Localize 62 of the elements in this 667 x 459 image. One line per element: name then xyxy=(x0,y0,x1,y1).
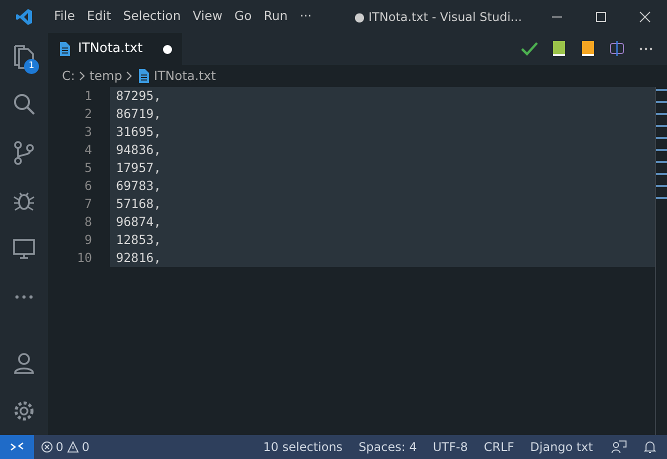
menu-item[interactable]: Run xyxy=(258,7,294,26)
error-count[interactable]: 0 xyxy=(56,438,64,456)
menu-item[interactable]: Go xyxy=(228,7,258,26)
selection-marker xyxy=(656,89,667,91)
line-number: 1 xyxy=(83,87,93,105)
menu-item[interactable]: File xyxy=(48,7,81,26)
status-item[interactable]: Spaces: 4 xyxy=(350,438,425,456)
line-number: 8 xyxy=(83,213,93,231)
file-icon xyxy=(136,68,151,84)
menu-item[interactable]: Selection xyxy=(117,7,187,26)
account-icon[interactable] xyxy=(11,350,37,376)
modified-dot xyxy=(162,44,172,54)
line-number: 2 xyxy=(83,105,93,123)
window-title: ● ITNota.txt - Visual Studi... xyxy=(354,8,522,26)
selection-marker xyxy=(656,173,667,175)
status-item[interactable]: 10 selections xyxy=(255,438,351,456)
menu-item[interactable]: View xyxy=(186,7,228,26)
selection-marker xyxy=(656,125,667,127)
line-number: 3 xyxy=(83,123,93,141)
breadcrumb-item[interactable]: ITNota.txt xyxy=(154,66,216,86)
remote-button[interactable] xyxy=(0,435,34,459)
line-number: 7 xyxy=(83,195,93,213)
line-number: 10 xyxy=(76,249,93,267)
selection-marker xyxy=(656,185,667,187)
notification-badge: 1 xyxy=(24,59,39,74)
selection-marker xyxy=(656,197,667,199)
file-icon xyxy=(58,41,72,57)
status-item[interactable]: Django txt xyxy=(522,438,601,456)
app-logo-icon xyxy=(14,6,34,26)
breadcrumb-item[interactable]: C: xyxy=(62,66,75,86)
chevron-icon xyxy=(78,70,86,82)
editor-tab[interactable]: ITNota.txt xyxy=(48,33,182,65)
selection-marker xyxy=(656,101,667,103)
check-icon[interactable] xyxy=(520,40,538,58)
remote-icon xyxy=(10,441,24,453)
menu-item[interactable]: Edit xyxy=(80,7,118,26)
close-icon xyxy=(637,8,653,24)
error-icon xyxy=(40,441,52,453)
menu-item[interactable]: ··· xyxy=(294,7,318,26)
book-icon[interactable] xyxy=(551,40,567,58)
breadcrumb-item[interactable]: temp xyxy=(89,66,122,86)
files-icon[interactable] xyxy=(11,44,37,70)
monitor-icon[interactable] xyxy=(11,236,37,262)
warning-count[interactable]: 0 xyxy=(82,438,90,456)
minimize-icon xyxy=(552,16,562,18)
warning-icon xyxy=(66,441,79,453)
line-number: 9 xyxy=(83,231,93,249)
selection-marker xyxy=(656,149,667,151)
selection-marker xyxy=(656,161,667,163)
line-number: 5 xyxy=(83,159,93,177)
book-icon[interactable] xyxy=(580,40,596,58)
line-number: 4 xyxy=(83,141,93,159)
feedback-icon[interactable] xyxy=(611,440,627,454)
chevron-icon xyxy=(125,70,134,82)
selection-marker xyxy=(656,113,667,115)
status-item[interactable]: UTF-8 xyxy=(424,438,476,456)
branches-icon[interactable] xyxy=(11,140,37,166)
split-editor-icon[interactable] xyxy=(609,40,625,58)
bell-icon[interactable] xyxy=(643,440,657,454)
line-number: 6 xyxy=(83,177,93,195)
selection-marker xyxy=(656,137,667,139)
status-item[interactable]: CRLF xyxy=(476,438,522,456)
